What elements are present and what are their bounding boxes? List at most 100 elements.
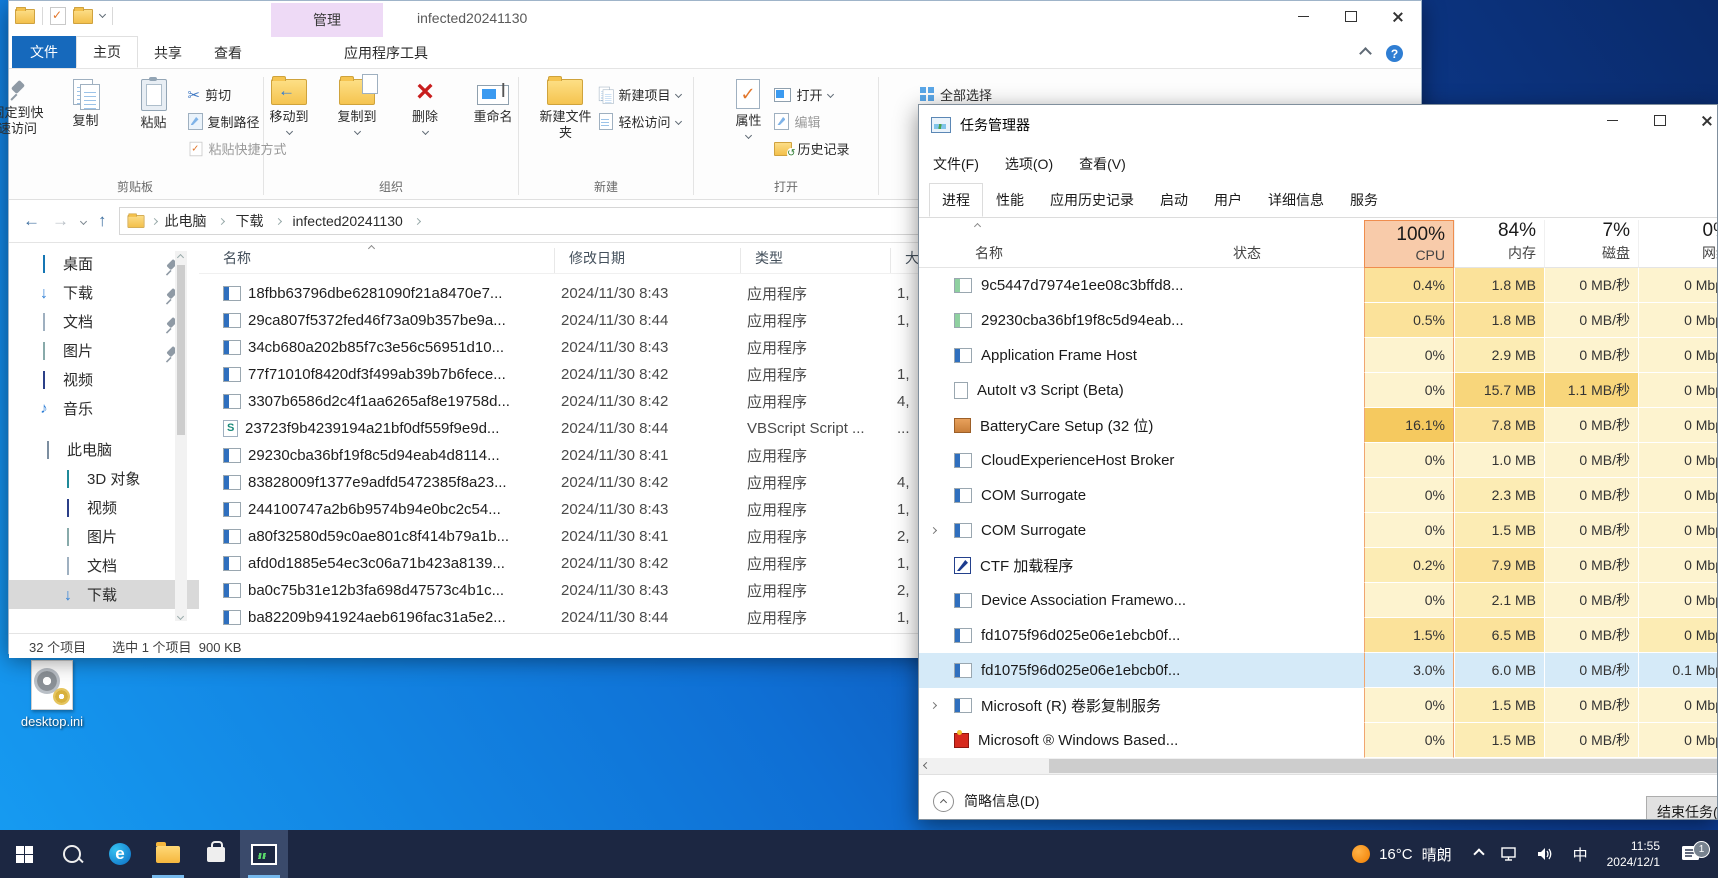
close-button[interactable] (1374, 1, 1421, 32)
move-to-button[interactable]: ← 移动到 (255, 77, 323, 136)
sidebar-item-下载[interactable]: ↓下载 (9, 278, 199, 307)
new-folder-quick-icon[interactable] (73, 9, 93, 24)
menu-文件(F)[interactable]: 文件(F) (933, 154, 979, 174)
process-row[interactable]: 29230cba36bf19f8c5d94eab...0.5%1.8 MB0 M… (919, 303, 1717, 338)
properties-button[interactable]: 属性 (722, 77, 774, 140)
column-header-disk[interactable]: 7%磁盘 (1544, 220, 1638, 268)
history-button[interactable]: 历史记录 (774, 139, 849, 158)
network-tray-icon[interactable] (1492, 846, 1528, 862)
ime-indicator[interactable]: 中 (1564, 844, 1597, 865)
tab-主页[interactable]: 主页 (76, 36, 138, 68)
process-row[interactable]: CTF 加载程序0.2%7.9 MB0 MB/秒0 Mbps (919, 548, 1717, 583)
up-icon[interactable]: ↑ (98, 211, 107, 231)
menu-选项(O)[interactable]: 选项(O) (1005, 154, 1053, 174)
start-button[interactable] (0, 830, 48, 878)
manage-contextual-tab[interactable]: 管理 (271, 3, 383, 37)
process-row[interactable]: Microsoft ® Windows Based...0%1.5 MB0 MB… (919, 723, 1717, 758)
taskmgr-tab-性能[interactable]: 性能 (983, 183, 1037, 217)
column-header-name[interactable]: 名称 (919, 220, 1225, 268)
new-item-button[interactable]: 新建项目 (599, 85, 680, 104)
pin-to-quick-access-button[interactable]: 固定到快速访问 (0, 77, 52, 140)
back-icon[interactable]: ← (23, 211, 40, 231)
taskbar-explorer-button[interactable] (144, 830, 192, 878)
taskmgr-close-button[interactable] (1683, 105, 1718, 136)
column-header-network[interactable]: 0%网络 (1638, 220, 1718, 268)
collapse-ribbon-icon[interactable] (1359, 47, 1372, 60)
breadcrumb-segment[interactable]: 此电脑 (163, 211, 209, 231)
sidebar-item-文档[interactable]: 文档 (9, 551, 199, 580)
taskbar-store-button[interactable] (192, 830, 240, 878)
menu-查看(V)[interactable]: 查看(V) (1079, 154, 1126, 174)
process-row[interactable]: CloudExperienceHost Broker0%1.0 MB0 MB/秒… (919, 443, 1717, 478)
sidebar-item-此电脑[interactable]: 此电脑 (9, 435, 199, 464)
process-row[interactable]: BatteryCare Setup (32 位)16.1%7.8 MB0 MB/… (919, 408, 1717, 443)
volume-tray-icon[interactable] (1528, 846, 1564, 862)
process-row[interactable]: AutoIt v3 Script (Beta)0%15.7 MB1.1 MB/秒… (919, 373, 1717, 408)
recent-locations-icon[interactable] (80, 217, 87, 224)
copy-to-button[interactable]: 复制到 (323, 77, 391, 136)
copy-button[interactable]: 复制 (52, 77, 120, 131)
process-row[interactable]: COM Surrogate0%2.3 MB0 MB/秒0 Mbps (919, 478, 1717, 513)
show-hidden-icons-button[interactable] (1466, 850, 1492, 858)
action-center-button[interactable]: 1 (1670, 844, 1718, 864)
desktop-icon-desktop-ini[interactable]: desktop.ini (6, 660, 98, 729)
forward-icon[interactable]: → (52, 211, 69, 231)
taskbar-clock[interactable]: 11:55 2024/12/1 (1597, 838, 1670, 870)
delete-button[interactable]: × 删除 (391, 77, 459, 136)
fewer-details-label[interactable]: 简略信息(D) (964, 791, 1039, 811)
taskbar-taskmgr-button[interactable] (240, 830, 288, 878)
process-row[interactable]: fd1075f96d025e06e1ebcb0f...1.5%6.5 MB0 M… (919, 618, 1717, 653)
sidebar-item-3D 对象[interactable]: 3D 对象 (9, 464, 199, 493)
tab-文件[interactable]: 文件 (12, 36, 76, 68)
taskmgr-tab-服务[interactable]: 服务 (1337, 183, 1391, 217)
sidebar-item-视频[interactable]: 视频 (9, 493, 199, 522)
file-column-header-名称[interactable]: 名称 (209, 248, 555, 273)
file-column-header-类型[interactable]: 类型 (741, 248, 891, 273)
select-all-button[interactable]: 全部选择 (920, 85, 992, 104)
sidebar-item-下载[interactable]: ↓下载 (9, 580, 199, 609)
paste-button[interactable]: 粘贴 (120, 77, 188, 133)
process-row[interactable]: 9c5447d7974e1ee08c3bffd8...0.4%1.8 MB0 M… (919, 268, 1717, 303)
help-icon[interactable]: ? (1386, 45, 1403, 62)
process-row[interactable]: fd1075f96d025e06e1ebcb0f...3.0%6.0 MB0 M… (919, 653, 1717, 688)
taskmgr-tab-进程[interactable]: 进程 (929, 183, 983, 217)
collapse-details-icon[interactable] (933, 791, 954, 812)
taskmgr-maximize-button[interactable] (1636, 105, 1683, 136)
easy-access-button[interactable]: 轻松访问 (599, 112, 680, 131)
new-folder-button[interactable]: 新建文件夹 (531, 77, 599, 144)
minimize-button[interactable] (1280, 1, 1327, 32)
sidebar-item-图片[interactable]: 图片 (9, 522, 199, 551)
expand-caret[interactable] (931, 703, 945, 708)
tab-应用程序工具[interactable]: 应用程序工具 (328, 38, 444, 68)
taskmgr-tab-启动[interactable]: 启动 (1147, 183, 1201, 217)
sidebar-item-桌面[interactable]: 桌面 (9, 249, 199, 278)
search-button[interactable] (48, 830, 96, 878)
breadcrumb-segment[interactable]: 下载 (234, 211, 266, 231)
maximize-button[interactable] (1327, 1, 1374, 32)
taskbar-edge-button[interactable]: e (96, 830, 144, 878)
open-button[interactable]: 打开 (774, 85, 849, 104)
horizontal-scrollbar[interactable] (919, 758, 1717, 774)
process-row[interactable]: Device Association Framewo...0%2.1 MB0 M… (919, 583, 1717, 618)
sidebar-item-视频[interactable]: 视频 (9, 365, 199, 394)
column-header-memory[interactable]: 84%内存 (1454, 220, 1544, 268)
taskmgr-tab-详细信息[interactable]: 详细信息 (1255, 183, 1337, 217)
properties-quick-icon[interactable] (50, 7, 66, 25)
sidebar-item-图片[interactable]: 图片 (9, 336, 199, 365)
scrollbar-thumb[interactable] (1049, 759, 1717, 773)
taskmgr-tab-用户[interactable]: 用户 (1201, 183, 1255, 217)
taskmgr-minimize-button[interactable] (1589, 105, 1636, 136)
edit-button[interactable]: 编辑 (774, 112, 849, 131)
breadcrumb-segment[interactable]: infected20241130 (291, 213, 405, 229)
file-column-header-修改日期[interactable]: 修改日期 (555, 248, 741, 273)
sidebar-item-音乐[interactable]: ♪音乐 (9, 394, 199, 423)
column-header-status[interactable]: 状态 (1225, 220, 1364, 268)
expand-caret[interactable] (931, 528, 945, 533)
column-header-cpu[interactable]: 100%CPU (1364, 220, 1454, 268)
tab-查看[interactable]: 查看 (198, 38, 258, 68)
sidebar-scrollbar[interactable] (175, 251, 187, 621)
process-row[interactable]: COM Surrogate0%1.5 MB0 MB/秒0 Mbps (919, 513, 1717, 548)
process-row[interactable]: Application Frame Host0%2.9 MB0 MB/秒0 Mb… (919, 338, 1717, 373)
end-task-button[interactable]: 结束任务( (1646, 796, 1718, 820)
taskmgr-tab-应用历史记录[interactable]: 应用历史记录 (1037, 183, 1147, 217)
